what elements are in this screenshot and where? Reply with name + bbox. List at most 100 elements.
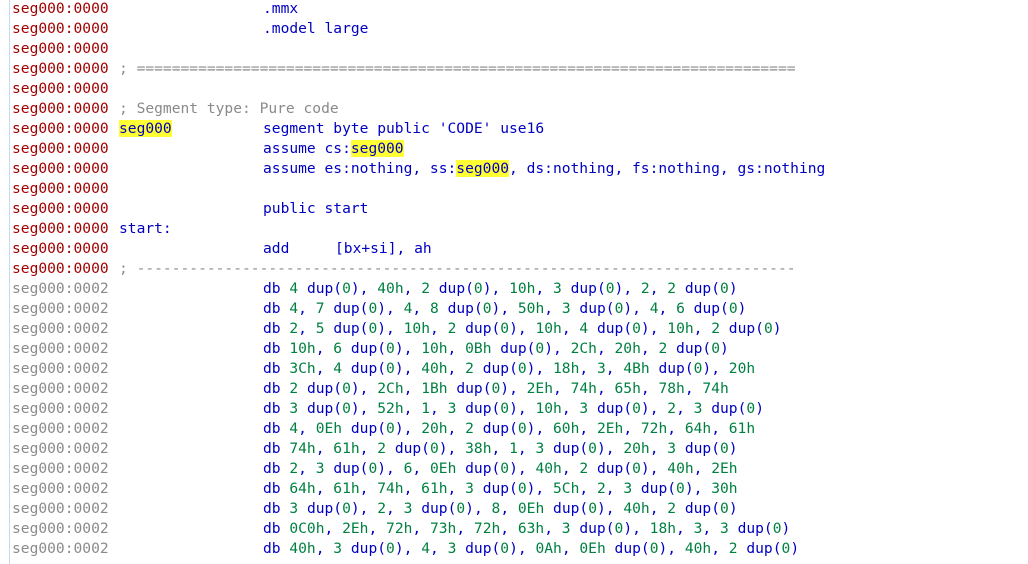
address[interactable]: seg000:0000 bbox=[12, 99, 109, 119]
numeric-literal: 3Ch bbox=[289, 360, 316, 377]
address[interactable]: seg000:0000 bbox=[12, 119, 109, 139]
address[interactable]: seg000:0000 bbox=[12, 59, 109, 79]
address[interactable]: seg000:0002 bbox=[12, 319, 109, 339]
numeric-literal: 0 bbox=[342, 280, 351, 297]
code-label[interactable]: start: bbox=[119, 219, 172, 239]
numeric-literal: 2 bbox=[658, 340, 668, 357]
numeric-literal: 1 bbox=[421, 400, 430, 417]
instruction[interactable]: segment byte public 'CODE' use16 bbox=[263, 119, 544, 139]
numeric-literal: 0 bbox=[632, 320, 641, 337]
numeric-literal: 0 bbox=[720, 500, 729, 517]
highlighted-identifier[interactable]: seg000 bbox=[350, 140, 404, 157]
numeric-literal: 4 bbox=[421, 540, 430, 557]
numeric-literal: 73h bbox=[429, 520, 457, 537]
instruction[interactable]: assume cs:seg000 bbox=[263, 139, 404, 159]
data-definition[interactable]: db 64h, 61h, 74h, 61h, 3 dup(0), 5Ch, 2,… bbox=[263, 479, 738, 499]
numeric-literal: 2Ch bbox=[570, 340, 597, 357]
data-definition[interactable]: db 40h, 3 dup(0), 4, 3 dup(0), 0Ah, 0Eh … bbox=[263, 539, 799, 559]
numeric-literal: 3 bbox=[561, 520, 571, 537]
address[interactable]: seg000:0002 bbox=[12, 539, 109, 559]
numeric-literal: 0 bbox=[763, 320, 773, 337]
highlighted-identifier[interactable]: seg000 bbox=[456, 160, 510, 177]
operand[interactable]: [bx+si], ah bbox=[335, 239, 432, 259]
numeric-literal: 3 bbox=[447, 400, 457, 417]
instruction[interactable]: public start bbox=[263, 199, 368, 219]
numeric-literal: 0Bh bbox=[465, 340, 492, 357]
address[interactable]: seg000:0002 bbox=[12, 479, 109, 499]
numeric-literal: 2Eh bbox=[342, 520, 369, 537]
numeric-literal: 10h bbox=[421, 340, 448, 357]
address[interactable]: seg000:0000 bbox=[12, 179, 109, 199]
data-definition[interactable]: db 74h, 61h, 2 dup(0), 38h, 1, 3 dup(0),… bbox=[263, 439, 738, 459]
numeric-literal: 40h bbox=[623, 500, 650, 517]
address[interactable]: seg000:0000 bbox=[12, 0, 109, 19]
data-definition[interactable]: db 4, 0Eh dup(0), 20h, 2 dup(0), 60h, 2E… bbox=[263, 419, 755, 439]
data-definition[interactable]: db 4 dup(0), 40h, 2 dup(0), 10h, 3 dup(0… bbox=[263, 279, 738, 299]
address[interactable]: seg000:0000 bbox=[12, 239, 109, 259]
instruction[interactable]: assume es:nothing, ss:seg000, ds:nothing… bbox=[263, 159, 825, 179]
data-definition[interactable]: db 2 dup(0), 2Ch, 1Bh dup(0), 2Eh, 74h, … bbox=[263, 379, 729, 399]
data-definition[interactable]: db 2, 5 dup(0), 10h, 2 dup(0), 10h, 4 du… bbox=[263, 319, 782, 339]
numeric-literal: 4 bbox=[289, 420, 299, 437]
address[interactable]: seg000:0002 bbox=[12, 439, 109, 459]
instruction-text: assume es:nothing, ss: bbox=[263, 160, 457, 177]
address[interactable]: seg000:0002 bbox=[12, 459, 109, 479]
numeric-literal: 6 bbox=[333, 340, 343, 357]
numeric-literal: 40h bbox=[684, 540, 712, 557]
numeric-literal: 3 bbox=[561, 300, 571, 317]
segment-label[interactable]: seg000 bbox=[119, 119, 172, 139]
numeric-literal: 7 bbox=[315, 300, 325, 317]
numeric-literal: 8 bbox=[430, 300, 439, 317]
address[interactable]: seg000:0002 bbox=[12, 339, 109, 359]
comment-text: ; Segment type: Pure code bbox=[119, 100, 339, 117]
numeric-literal: 0 bbox=[456, 500, 466, 517]
address[interactable]: seg000:0000 bbox=[12, 19, 109, 39]
numeric-literal: 6 bbox=[676, 300, 685, 317]
numeric-literal: 0Eh bbox=[579, 540, 606, 557]
data-definition[interactable]: db 3 dup(0), 52h, 1, 3 dup(0), 10h, 3 du… bbox=[263, 399, 764, 419]
numeric-literal: 0 bbox=[386, 340, 395, 357]
numeric-literal: 0 bbox=[676, 480, 685, 497]
address[interactable]: seg000:0002 bbox=[12, 419, 109, 439]
data-definition[interactable]: db 10h, 6 dup(0), 10h, 0Bh dup(0), 2Ch, … bbox=[263, 339, 729, 359]
instruction[interactable]: add bbox=[263, 239, 289, 259]
numeric-literal: 1 bbox=[509, 440, 518, 457]
address[interactable]: seg000:0000 bbox=[12, 39, 109, 59]
numeric-literal: 0 bbox=[429, 440, 439, 457]
disassembly-listing[interactable]: seg000:0000 .mmx seg000:0000 .model large se… bbox=[12, 0, 1028, 564]
address[interactable]: seg000:0002 bbox=[12, 399, 109, 419]
address[interactable]: seg000:0002 bbox=[12, 359, 109, 379]
data-definition[interactable]: db 0C0h, 2Eh, 72h, 73h, 72h, 63h, 3 dup(… bbox=[263, 519, 790, 539]
numeric-literal: 2 bbox=[640, 280, 650, 297]
numeric-literal: 0 bbox=[535, 340, 545, 357]
instruction[interactable]: .mmx bbox=[263, 0, 298, 19]
address[interactable]: seg000:0000 bbox=[12, 159, 109, 179]
address[interactable]: seg000:0000 bbox=[12, 259, 109, 279]
numeric-literal: 63h bbox=[517, 520, 545, 537]
highlighted-identifier[interactable]: seg000 bbox=[119, 120, 172, 137]
numeric-literal: 2 bbox=[421, 280, 430, 297]
numeric-literal: 0 bbox=[632, 400, 641, 417]
address[interactable]: seg000:0002 bbox=[12, 519, 109, 539]
numeric-literal: 2Eh bbox=[711, 460, 738, 477]
numeric-literal: 0 bbox=[342, 400, 351, 417]
address[interactable]: seg000:0000 bbox=[12, 219, 109, 239]
numeric-literal: 0 bbox=[728, 300, 738, 317]
address[interactable]: seg000:0002 bbox=[12, 379, 109, 399]
instruction-text: assume cs: bbox=[263, 140, 351, 157]
data-definition[interactable]: db 4, 7 dup(0), 4, 8 dup(0), 50h, 3 dup(… bbox=[263, 299, 746, 319]
numeric-literal: 5 bbox=[315, 320, 325, 337]
address[interactable]: seg000:0002 bbox=[12, 299, 109, 319]
numeric-literal: 0 bbox=[491, 380, 501, 397]
data-definition[interactable]: db 3 dup(0), 2, 3 dup(0), 8, 0Eh dup(0),… bbox=[263, 499, 738, 519]
address[interactable]: seg000:0000 bbox=[12, 139, 109, 159]
numeric-literal: 2 bbox=[667, 280, 677, 297]
numeric-literal: 40h bbox=[535, 460, 562, 477]
data-definition[interactable]: db 3Ch, 4 dup(0), 40h, 2 dup(0), 18h, 3,… bbox=[263, 359, 755, 379]
data-definition[interactable]: db 2, 3 dup(0), 6, 0Eh dup(0), 40h, 2 du… bbox=[263, 459, 738, 479]
address[interactable]: seg000:0000 bbox=[12, 79, 109, 99]
instruction[interactable]: .model large bbox=[263, 19, 368, 39]
address[interactable]: seg000:0000 bbox=[12, 199, 109, 219]
address[interactable]: seg000:0002 bbox=[12, 499, 109, 519]
address[interactable]: seg000:0002 bbox=[12, 279, 109, 299]
